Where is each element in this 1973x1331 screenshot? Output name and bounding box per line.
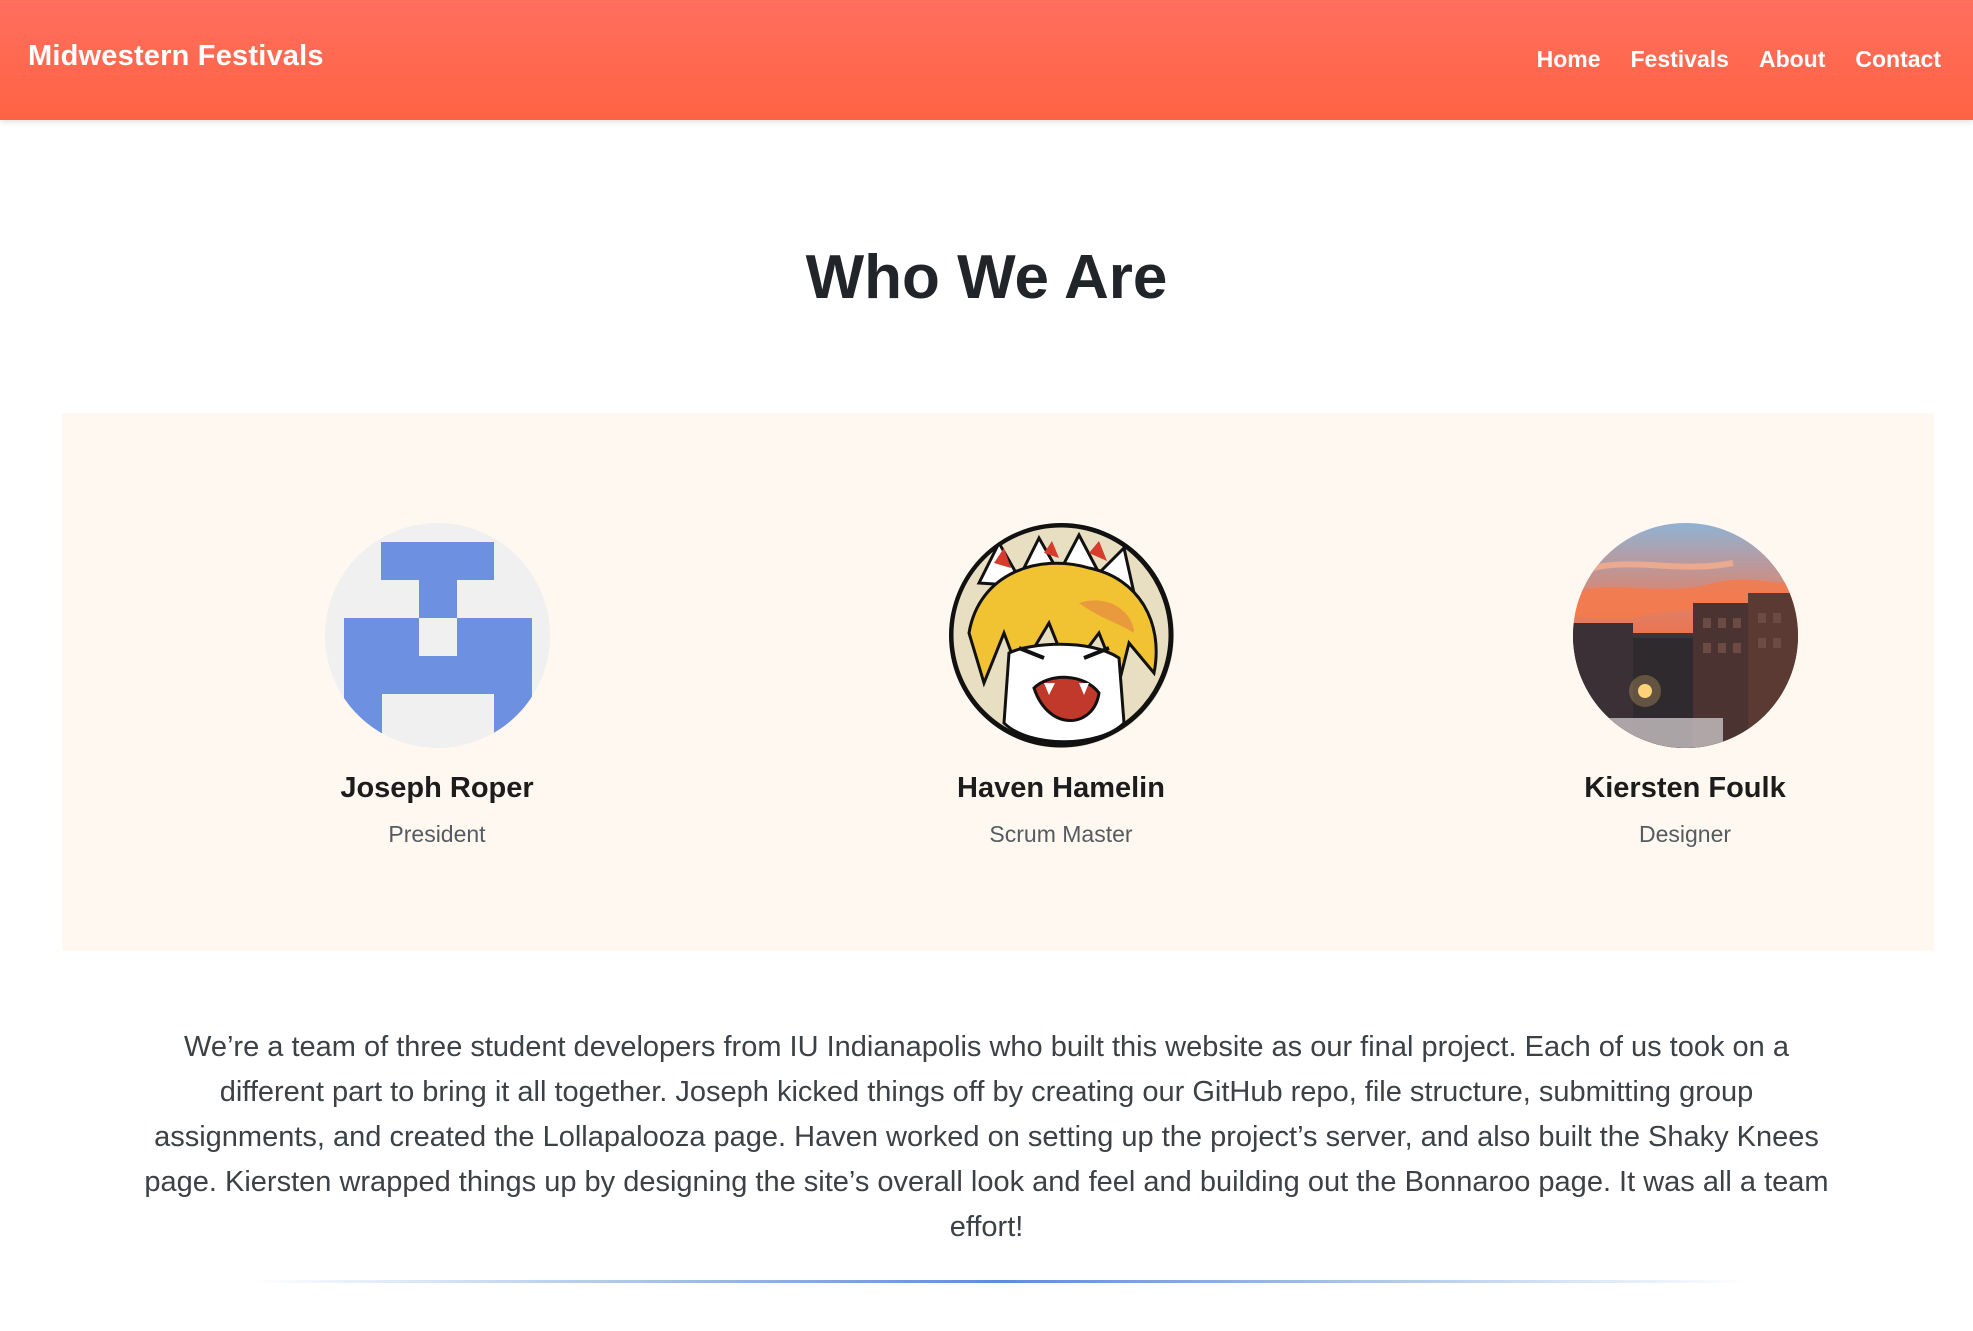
member-name: Haven Hamelin: [957, 772, 1165, 804]
member-role: Designer: [1638, 821, 1732, 847]
top-navbar: Midwestern Festivals Home Festivals Abou…: [0, 0, 1973, 120]
nav-link-contact[interactable]: Contact: [1855, 46, 1941, 73]
nav-link-about[interactable]: About: [1759, 46, 1825, 73]
member-name: Joseph Roper: [340, 772, 534, 804]
sunset-cityscape-photo: [1572, 523, 1798, 748]
team-member-card: Joseph Roper President: [237, 523, 637, 848]
member-role: Scrum Master: [989, 821, 1133, 847]
nav-links: Home Festivals About Contact: [1537, 46, 1941, 73]
section-divider: [250, 1280, 1750, 1283]
page-title: Who We Are: [805, 243, 1168, 312]
anime-character-avatar: [948, 523, 1174, 748]
team-member-card: Haven Hamelin Scrum Master: [861, 523, 1261, 848]
pixel-identicon-avatar: [324, 523, 550, 748]
site-brand-link[interactable]: Midwestern Festivals: [28, 40, 324, 73]
team-panel: Joseph Roper President Haven Hamelin Scr…: [62, 413, 1934, 951]
member-name: Kiersten Foulk: [1584, 772, 1786, 804]
about-paragraph: We’re a team of three student developers…: [144, 1031, 1829, 1243]
member-role: President: [388, 821, 486, 847]
team-member-card: Kiersten Foulk Designer: [1485, 523, 1885, 848]
nav-link-festivals[interactable]: Festivals: [1631, 46, 1729, 73]
nav-link-home[interactable]: Home: [1537, 46, 1601, 73]
